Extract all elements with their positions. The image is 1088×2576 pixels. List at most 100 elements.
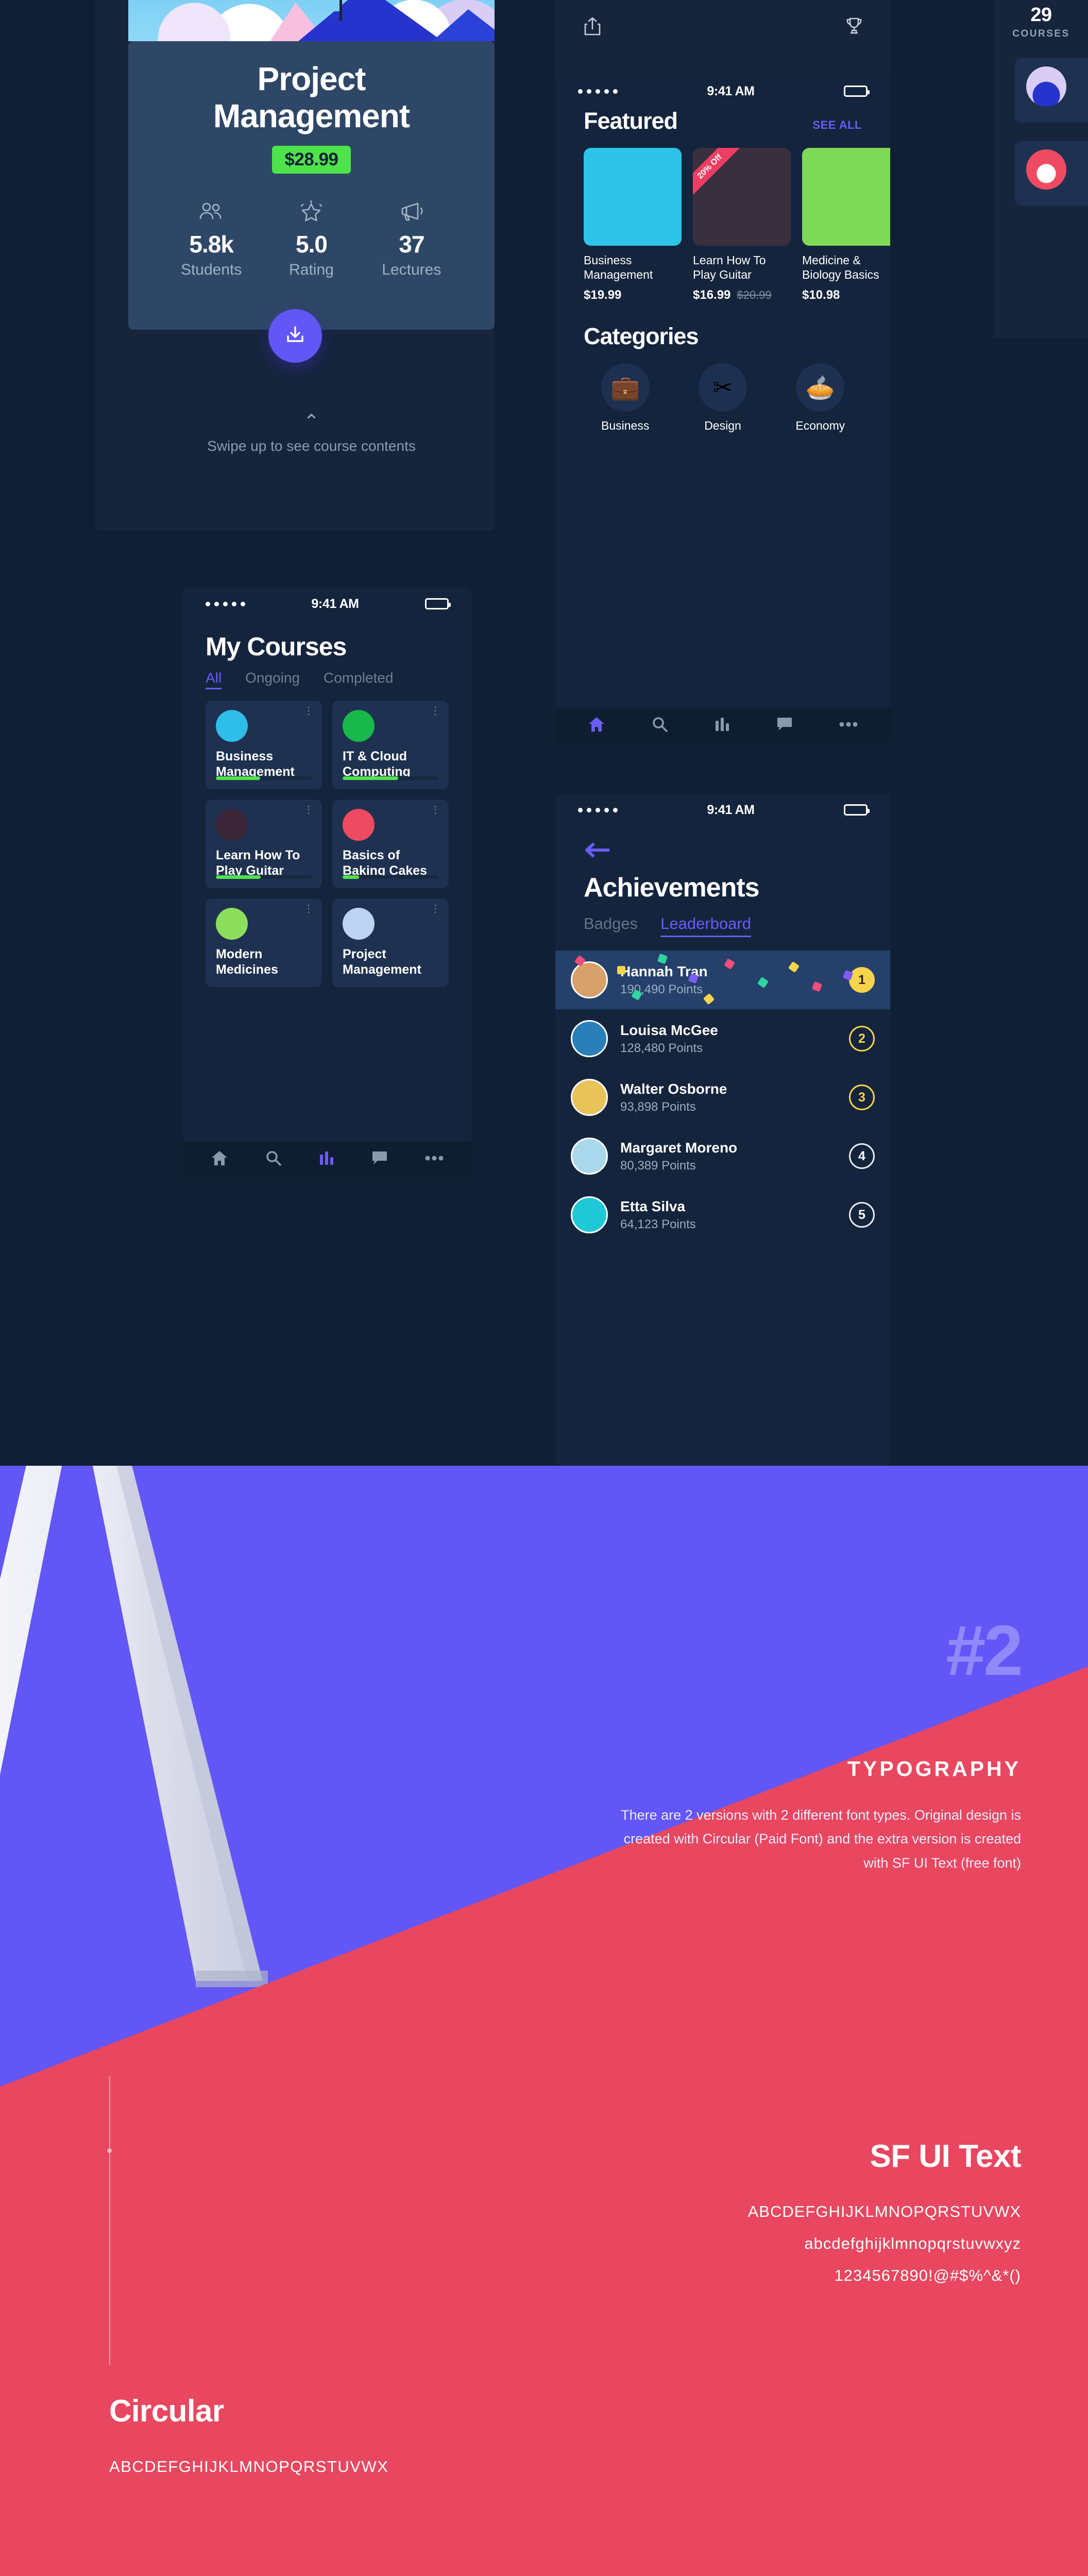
course-old-price: $20.99 [737, 289, 772, 302]
students-icon [161, 199, 261, 224]
course-detail-screen: ProjectManagement $28.99 5.8k Students [95, 0, 495, 531]
course-card[interactable]: ⋮ Modern Medicines [206, 899, 322, 987]
tab-search[interactable] [652, 716, 668, 735]
course-card[interactable] [1015, 58, 1088, 123]
courses-count: 29 [1030, 4, 1052, 26]
back-arrow-icon[interactable] [555, 826, 890, 861]
tab-chat[interactable] [371, 1150, 388, 1168]
achievements-tabs: Badges Leaderboard [555, 903, 890, 937]
more-options-icon[interactable]: ⋮ [303, 904, 314, 914]
course-thumbnail [343, 710, 375, 742]
course-card[interactable]: ⋮ IT & Cloud Computing [332, 701, 449, 789]
course-card[interactable] [1015, 141, 1088, 206]
course-thumbnail [1026, 149, 1066, 190]
featured-section: 9:41 AM Featured SEE ALL Business Managem… [555, 75, 890, 743]
leaderboard-row[interactable]: Louisa McGee 128,480 Points 2 [555, 1009, 890, 1068]
category-design[interactable]: ✂ Design [681, 363, 764, 433]
battery-icon [843, 804, 870, 816]
more-options-icon[interactable]: ⋮ [430, 706, 440, 716]
share-icon[interactable] [584, 15, 601, 39]
sf-font-name: SF UI Text [870, 2139, 1021, 2174]
avatar [571, 1079, 608, 1116]
detail-toolbar [555, 0, 890, 75]
stats-icon [319, 1150, 334, 1168]
course-price: $10.98 [802, 288, 840, 302]
sf-digits-specimen: 1234567890!@#$%^&*() [834, 2266, 1021, 2284]
typography-description: There are 2 versions with 2 different fo… [621, 1807, 1021, 1871]
avatar [571, 1138, 608, 1175]
leaderboard-row[interactable]: Etta Silva 64,123 Points 5 [555, 1185, 890, 1244]
tab-completed[interactable]: Completed [324, 670, 393, 689]
trophy-icon[interactable] [845, 16, 863, 38]
tab-all[interactable]: All [206, 670, 222, 689]
categories-heading: Categories [584, 323, 699, 350]
guide-line [109, 2076, 110, 2365]
stat-students: 5.8k Students [161, 199, 261, 279]
leaderboard-row[interactable]: Margaret Moreno 80,389 Points 4 [555, 1127, 890, 1185]
course-price: $19.99 [584, 288, 622, 302]
status-time: 9:41 AM [707, 83, 755, 98]
leaderboard-row[interactable]: Hannah Tran 190,490 Points 1 [555, 951, 890, 1009]
course-name: IT & Cloud Computing [343, 749, 411, 779]
course-thumbnail [216, 809, 248, 841]
featured-carousel[interactable]: Business Management $19.99 20% Off Learn How… [555, 134, 890, 302]
featured-card[interactable]: Business Management $19.99 [584, 148, 682, 302]
tab-more[interactable] [839, 721, 858, 730]
rank-badge: 2 [849, 1026, 875, 1052]
download-button[interactable] [268, 309, 322, 363]
course-thumbnail [802, 148, 890, 246]
avatar [571, 1020, 608, 1057]
status-time: 9:41 AM [707, 802, 755, 817]
tab-leaderboard[interactable]: Leaderboard [660, 914, 751, 937]
user-name: Etta Silva [620, 1198, 686, 1214]
categories-grid: 💼 Business ✂ Design 🥧 Economy [555, 350, 890, 433]
my-courses-screen: 9:41 AM My Courses All Ongoing Completed… [183, 587, 471, 1177]
more-options-icon[interactable]: ⋮ [430, 904, 440, 914]
stat-label: Students [180, 261, 242, 279]
course-stats: 5.8k Students 5.0 Rating 37 Lectures [149, 199, 474, 279]
leaderboard-row[interactable]: Walter Osborne 93,898 Points 3 [555, 1068, 890, 1127]
course-card[interactable]: ⋮ Learn How To Play Guitar [206, 800, 322, 888]
more-options-icon[interactable]: ⋮ [303, 706, 314, 716]
tab-search[interactable] [265, 1150, 282, 1169]
status-time: 9:41 AM [311, 596, 359, 611]
featured-card[interactable]: 20% Off Learn How To Play Guitar $16.99 $20.… [693, 148, 791, 302]
course-card[interactable]: ⋮ Business Management [206, 701, 322, 789]
tab-chat[interactable] [776, 717, 793, 735]
course-name: Learn How To Play Guitar [216, 848, 300, 878]
user-name: Walter Osborne [620, 1080, 727, 1097]
tab-badges[interactable]: Badges [584, 914, 638, 937]
course-name: Modern Medicines [216, 947, 278, 977]
featured-heading: Featured [584, 108, 678, 134]
leaderboard-list: Hannah Tran 190,490 Points 1 Louisa McGee 12… [555, 951, 890, 1244]
progress-bar [216, 776, 312, 780]
stat-value: 5.0 [296, 231, 328, 258]
pie-chart-icon: 🥧 [796, 363, 845, 412]
more-icon [425, 1155, 444, 1164]
ruler-pencil-icon: ✂ [698, 363, 747, 412]
course-name: Business Management [584, 253, 653, 282]
category-business[interactable]: 💼 Business [584, 363, 667, 433]
tab-home[interactable] [588, 716, 605, 735]
more-options-icon[interactable]: ⋮ [303, 805, 314, 815]
tab-more[interactable] [425, 1155, 444, 1164]
see-all-link[interactable]: SEE ALL [812, 118, 862, 132]
course-hero-illustration [128, 0, 495, 41]
course-name: Business Management [216, 749, 295, 779]
tab-ongoing[interactable]: Ongoing [245, 670, 300, 689]
featured-card[interactable]: Medicine & Biology Basics $10.98 [802, 148, 890, 302]
more-options-icon[interactable]: ⋮ [430, 805, 440, 815]
signal-dots-icon [578, 807, 618, 812]
category-economy[interactable]: 🥧 Economy [779, 363, 862, 433]
user-points: 80,389 Points [620, 1158, 696, 1173]
tab-home[interactable] [211, 1150, 228, 1169]
course-name: Medicine & Biology Basics [802, 253, 879, 282]
tab-stats[interactable] [319, 1150, 334, 1168]
download-icon [283, 323, 307, 349]
swipe-hint-text: Swipe up to see course contents [207, 438, 416, 454]
stats-icon [715, 717, 730, 735]
signal-dots-icon [206, 601, 245, 606]
course-card[interactable]: ⋮ Project Management [332, 899, 449, 987]
tab-stats[interactable] [715, 717, 730, 735]
course-card[interactable]: ⋮ Basics of Baking Cakes [332, 800, 449, 888]
